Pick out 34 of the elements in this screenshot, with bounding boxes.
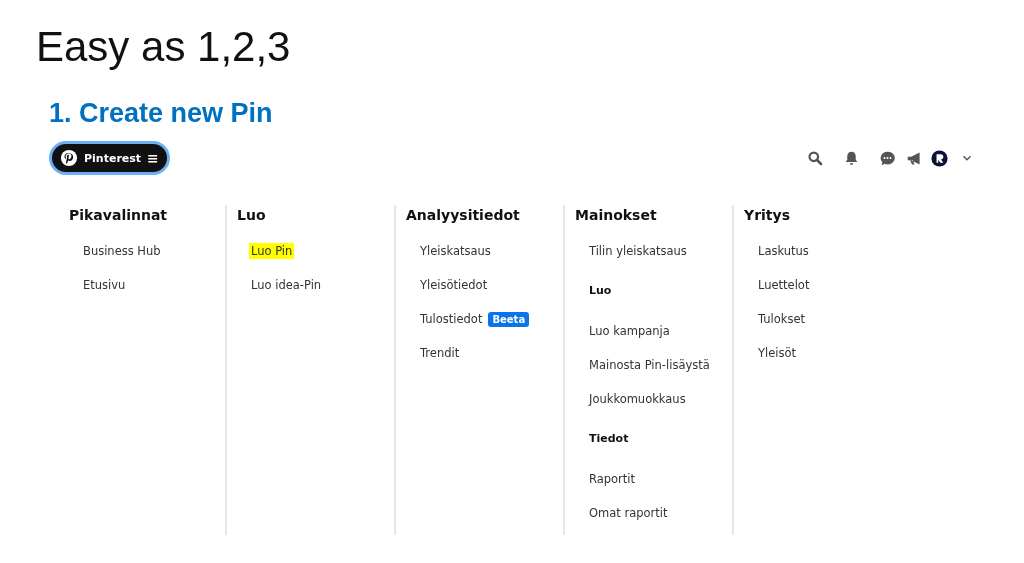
beta-badge: Beeta xyxy=(488,311,530,327)
menu-link[interactable]: Yleisötiedot xyxy=(418,277,490,293)
bell-icon[interactable] xyxy=(843,149,860,167)
column-heading: Mainokset xyxy=(575,206,657,225)
pin-logo-icon xyxy=(60,149,78,167)
menu-link[interactable]: Omat raportit xyxy=(587,505,670,521)
menu-link[interactable]: Yleisöt xyxy=(756,345,799,361)
menu-link[interactable]: Tulostiedot xyxy=(418,311,485,327)
menu-link[interactable]: Raportit xyxy=(587,471,638,487)
column-heading: Luo xyxy=(237,206,266,225)
step-heading: 1. Create new Pin xyxy=(49,97,273,130)
slide-title: Easy as 1,2,3 xyxy=(35,22,291,72)
menu-link[interactable]: Trendit xyxy=(418,345,462,361)
column-heading: Analyysitiedot xyxy=(406,206,520,225)
chat-icon[interactable] xyxy=(879,149,896,167)
menu-link[interactable]: Business Hub xyxy=(81,243,163,259)
menu-link[interactable]: Tulokset xyxy=(756,311,808,327)
menu-link[interactable]: Luo kampanja xyxy=(587,323,672,339)
menu-link[interactable]: Yleiskatsaus xyxy=(418,243,493,259)
menu-link[interactable]: Luo Pin xyxy=(249,243,295,259)
pinterest-menu-button[interactable]: Pinterest ≡ xyxy=(49,141,170,175)
menu-link[interactable]: Etusivu xyxy=(81,277,128,293)
menu-link[interactable]: Luo idea-Pin xyxy=(249,277,324,293)
search-icon[interactable] xyxy=(807,149,824,167)
menu-link[interactable]: Laskutus xyxy=(756,243,811,259)
column-heading: Yritys xyxy=(744,206,790,225)
menu-link[interactable]: Tilin yleiskatsaus xyxy=(587,243,689,259)
section-heading: Luo xyxy=(588,283,612,299)
column-heading: Pikavalinnat xyxy=(69,206,168,225)
section-heading: Tiedot xyxy=(588,431,629,447)
menu-link[interactable]: Mainosta Pin-lisäystä xyxy=(587,357,712,373)
menu-link[interactable]: Joukkomuokkaus xyxy=(587,391,688,407)
menu-link[interactable]: Luettelot xyxy=(756,277,812,293)
avatar-icon[interactable] xyxy=(931,149,948,167)
